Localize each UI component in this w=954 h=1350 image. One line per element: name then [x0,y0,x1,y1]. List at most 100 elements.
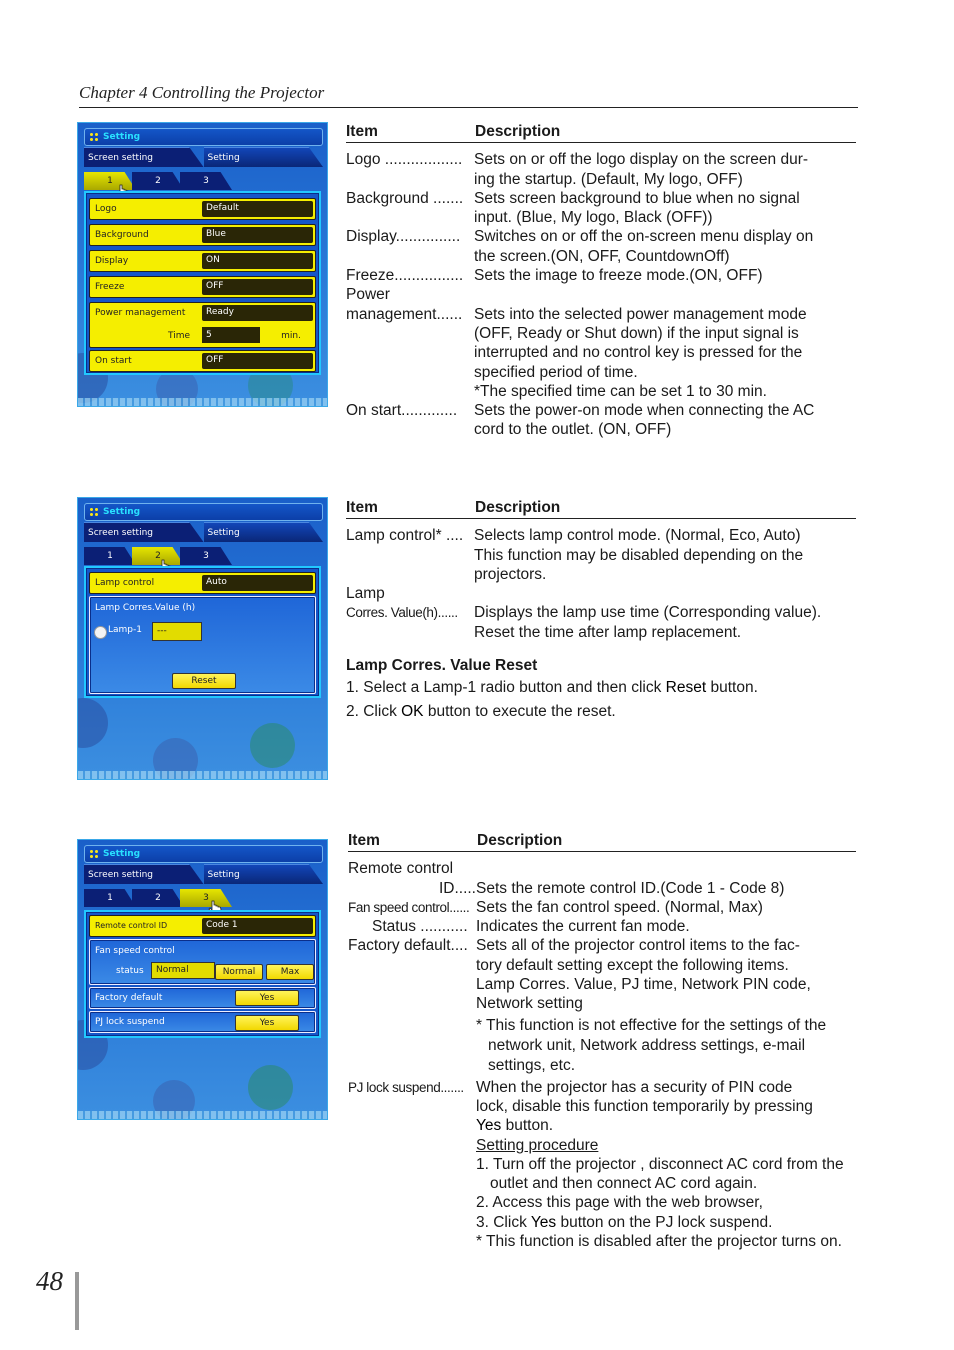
term-text: Factory default [348,937,451,955]
def-line: specified period of time. [474,363,638,381]
step-key: Reset [665,679,707,697]
row-freeze: Freeze OFF [89,276,316,298]
sub-tabs: 1 2 3 [84,889,232,907]
row-on-start: On start OFF [89,350,316,372]
settings-screenshot-tab1: Setting Screen setting Setting 1 2 3 Log… [77,122,328,407]
sub-tab-2[interactable]: 2 [132,889,184,907]
tab-setting[interactable]: Setting [203,864,323,884]
tab-screen-setting[interactable]: Screen setting [84,522,204,542]
freeze-select[interactable]: OFF [202,279,313,295]
settings-screenshot-tab3: Setting Screen setting Setting 1 2 3 Rem… [77,839,328,1120]
leader-dots: .................. [380,151,463,169]
pj-lock-suspend-yes-button[interactable]: Yes [235,1015,299,1031]
sub-tab-1[interactable]: 1 [84,547,136,565]
window-title: Setting [103,132,141,142]
lamp1-value: --- [152,622,202,641]
table-body: Lamp control* .... Selects lamp control m… [346,526,856,642]
table-header: Item Description [346,122,856,144]
settings-content: Lamp control Auto Lamp Corres.Value (h) L… [84,566,321,698]
fan-normal-button[interactable]: Normal [215,964,263,980]
main-tabs: Screen setting Setting [84,864,323,884]
def-note: * This function is not effective for the… [476,1016,827,1074]
term-text: ID [438,879,455,897]
tab-screen-setting[interactable]: Screen setting [84,864,204,884]
entry-definition: Selects lamp control mode. (Normal, Eco,… [474,526,856,584]
entry-remote-control: Remote control [348,859,856,878]
sub-tabs: 1 2 3 [84,547,232,565]
leader-dots: ...... [436,305,463,323]
settings-screenshot-tab2: Setting Screen setting Setting 1 2 3 Lam… [77,497,328,780]
reset-step-1: 1. Select a Lamp-1 radio button and then… [346,678,856,697]
factory-default-yes-button[interactable]: Yes [235,990,299,1006]
def-line: interrupted and no control key is presse… [474,344,803,362]
def-line: This function may be disabled depending … [474,546,804,564]
def-line: projectors. [474,565,547,583]
tab-setting[interactable]: Setting [203,147,323,167]
logo-select[interactable]: Default [202,201,313,217]
display-select[interactable]: ON [202,253,313,269]
key-yes: Yes [476,1117,502,1135]
lamp-corres-label: Lamp Corres.Value (h) [95,603,196,613]
leader-dots: ............. [401,402,458,420]
term-text: Freeze [346,267,395,285]
def-text: 3. Click [476,1213,531,1231]
window-title: Setting [103,849,141,859]
term-text: Lamp [346,585,385,603]
row-label: Power management [95,308,186,318]
sub-tab-1[interactable]: 1 [84,889,136,907]
entry-term: Logo .................. [346,150,474,189]
tab-setting[interactable]: Setting [203,522,323,542]
pj-lock-suspend-label: PJ lock suspend [95,1017,165,1027]
entry-definition [474,584,856,603]
reset-button[interactable]: Reset [172,673,236,689]
menu-dots-icon [89,132,99,142]
def-line: ing the startup. (Default, My logo, OFF) [474,170,743,188]
term-text: Display [346,228,396,246]
def-line: lock, disable this function temporarily … [476,1097,813,1115]
entry-definition: Sets the image to freeze mode.(ON, OFF) [474,266,856,285]
pj-lock-suspend-group: PJ lock suspend Yes [89,1011,316,1033]
sub-tab-3[interactable]: 3 [180,889,232,907]
table-header: Item Description [348,831,856,853]
entry-term: Display............... [346,227,474,266]
window-title: Setting [103,507,141,517]
main-tabs: Screen setting Setting [84,147,323,167]
def-line: *The specified time can be set 1 to 30 m… [474,382,767,400]
on-start-select[interactable]: OFF [202,353,313,369]
time-input[interactable]: 5 [202,327,260,343]
column-item: Item [346,123,378,140]
entry-definition [474,285,856,304]
menu-dots-icon [89,849,99,859]
term-text: Logo [346,151,381,169]
power-management-select[interactable]: Ready [202,305,313,321]
remote-id-select[interactable]: Code 1 [202,918,313,934]
time-unit: min. [281,331,301,341]
row-label: Background [95,230,149,240]
tab-screen-setting[interactable]: Screen setting [84,147,204,167]
sub-tab-3[interactable]: 3 [180,172,232,190]
entry-definition: Sets on or off the logo display on the s… [474,150,856,189]
entry-definition: Displays the lamp use time (Correspondin… [474,603,856,642]
step-text: button to execute the reset. [423,702,616,720]
lamp1-radio[interactable] [94,626,107,639]
background-select[interactable]: Blue [202,227,313,243]
lamp-control-select[interactable]: Auto [202,575,313,591]
def-line: Reset the time after lamp replacement. [474,623,742,641]
def-line: tory default setting except the followin… [476,956,789,974]
entry-term: Freeze................ [346,266,474,285]
factory-default-label: Factory default [95,993,163,1003]
description-table-2: Item Description Lamp control* .... Selec… [346,498,856,721]
fan-max-button[interactable]: Max [266,964,314,980]
sub-tab-3[interactable]: 3 [180,547,232,565]
fan-speed-group: Fan speed control status Normal Normal M… [89,939,316,985]
decor-bubble [153,738,198,779]
row-lamp-control: Lamp control Auto [89,572,316,594]
sub-tab-2[interactable]: 2 [132,172,184,190]
fan-status-value: Normal [151,962,215,979]
row-label: On start [95,356,132,366]
table-entry: management...... Sets into the selected p… [346,305,856,401]
leader-dots: .... [450,937,468,955]
description-table-3: Item Description Remote control ID..... … [348,831,856,1251]
header-rule [79,107,858,108]
window-titlebar: Setting [84,503,323,521]
